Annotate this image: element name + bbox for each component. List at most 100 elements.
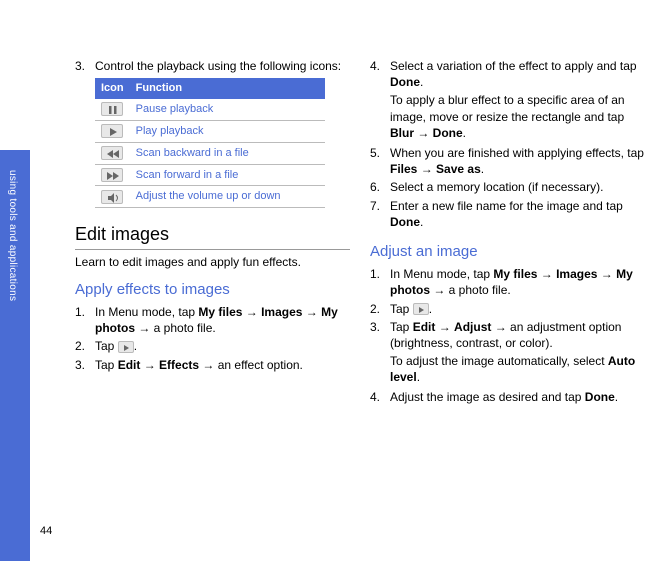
item-number: 7. (370, 198, 390, 230)
item-text: Select a variation of the effect to appl… (390, 58, 645, 90)
text: → a photo file. (430, 283, 511, 297)
play-icon (413, 303, 429, 315)
arrow: → (140, 358, 159, 372)
text: In Menu mode, tap (390, 267, 493, 281)
item-text: Tap Edit → Adjust → an adjustment option… (390, 319, 645, 351)
item-text: Select a memory location (if necessary). (390, 179, 645, 195)
sidebar: using tools and applications (0, 0, 30, 561)
item-text: Adjust the image as desired and tap Done… (390, 389, 645, 405)
text: Enter a new file name for the image and … (390, 199, 623, 213)
list-item: 2. Tap . (370, 301, 645, 317)
content: 3. Control the playback using the follow… (75, 58, 645, 408)
table-row: Adjust the volume up or down (95, 186, 325, 208)
text-bold: Effects (159, 358, 199, 372)
list-item: 5. When you are finished with applying e… (370, 145, 645, 177)
text: . (134, 339, 137, 353)
arrow: → (417, 162, 436, 176)
item-number: 3. (75, 357, 95, 373)
item-text: Tap . (390, 301, 645, 317)
sub-text: To adjust the image automatically, selec… (390, 353, 645, 385)
text-bold: Edit (413, 320, 436, 334)
column-left: 3. Control the playback using the follow… (75, 58, 350, 408)
list-item: 7. Enter a new file name for the image a… (370, 198, 645, 230)
page-number: 44 (40, 525, 52, 537)
text-bold: Done (585, 390, 615, 404)
item-text: When you are finished with applying effe… (390, 145, 645, 177)
icon-cell (95, 120, 130, 142)
ffwd-icon (101, 168, 123, 182)
list-item: 1. In Menu mode, tap My files → Images →… (370, 266, 645, 298)
text: . (420, 75, 423, 89)
text: . (481, 162, 484, 176)
item-number: 3. (75, 58, 95, 74)
arrow: → (302, 305, 321, 319)
item-text: Tap Edit → Effects → an effect option. (95, 357, 350, 373)
text-bold: Adjust (454, 320, 491, 334)
rewind-icon (101, 146, 123, 160)
text-bold: Images (261, 305, 302, 319)
item-text: In Menu mode, tap My files → Images → My… (390, 266, 645, 298)
item-number: 3. (370, 319, 390, 351)
function-cell: Scan backward in a file (130, 142, 325, 164)
function-cell: Pause playback (130, 99, 325, 120)
text: . (615, 390, 618, 404)
text: Tap (95, 339, 118, 353)
function-cell: Play playback (130, 120, 325, 142)
text-bold: Done (433, 126, 463, 140)
sidebar-top (0, 0, 30, 150)
text: → a photo file. (135, 321, 216, 335)
list-item: 3. Tap Edit → Adjust → an adjustment opt… (370, 319, 645, 351)
icon-cell (95, 142, 130, 164)
table-row: Play playback (95, 120, 325, 142)
item-number: 5. (370, 145, 390, 177)
list-item: 4. Select a variation of the effect to a… (370, 58, 645, 90)
text: → an effect option. (199, 358, 303, 372)
text: To adjust the image automatically, selec… (390, 354, 608, 368)
sub-text: To apply a blur effect to a specific are… (390, 92, 645, 141)
text: When you are finished with applying effe… (390, 146, 644, 160)
text: To apply a blur effect to a specific are… (390, 93, 625, 123)
text: . (420, 215, 423, 229)
icon-function-table: Icon Function Pause playback Play playba… (95, 78, 325, 208)
item-text: Control the playback using the following… (95, 58, 350, 74)
list-item: 1. In Menu mode, tap My files → Images →… (75, 304, 350, 336)
lead-text: Learn to edit images and apply fun effec… (75, 254, 350, 270)
function-cell: Scan forward in a file (130, 164, 325, 186)
list-item: 3. Control the playback using the follow… (75, 58, 350, 74)
sidebar-label: using tools and applications (7, 170, 18, 301)
item-text: Tap . (95, 338, 350, 354)
text-bold: Save as (436, 162, 481, 176)
item-text: In Menu mode, tap My files → Images → My… (95, 304, 350, 336)
table-header-icon: Icon (95, 78, 130, 99)
item-number: 1. (370, 266, 390, 298)
table-row: Pause playback (95, 99, 325, 120)
play-icon (101, 124, 123, 138)
item-number: 6. (370, 179, 390, 195)
item-number: 4. (370, 58, 390, 90)
text-bold: Done (390, 75, 420, 89)
text-bold: Blur (390, 126, 414, 140)
text: . (463, 126, 466, 140)
arrow: → (435, 320, 454, 334)
arrow: → (537, 267, 556, 281)
table-header-function: Function (130, 78, 325, 99)
volume-icon (101, 190, 123, 204)
pause-icon (101, 102, 123, 116)
text-bold: Edit (118, 358, 141, 372)
item-number: 2. (370, 301, 390, 317)
item-number: 4. (370, 389, 390, 405)
list-item: 2. Tap . (75, 338, 350, 354)
list-item: 4. Adjust the image as desired and tap D… (370, 389, 645, 405)
text: Tap (390, 302, 413, 316)
item-text: Enter a new file name for the image and … (390, 198, 645, 230)
heading-edit-images: Edit images (75, 222, 350, 249)
text-bold: Files (390, 162, 417, 176)
item-number: 2. (75, 338, 95, 354)
play-icon (118, 341, 134, 353)
arrow: → (414, 126, 433, 140)
table-row: Scan forward in a file (95, 164, 325, 186)
function-cell: Adjust the volume up or down (130, 186, 325, 208)
text-bold: Images (556, 267, 597, 281)
text: Select a variation of the effect to appl… (390, 59, 637, 73)
icon-cell (95, 164, 130, 186)
